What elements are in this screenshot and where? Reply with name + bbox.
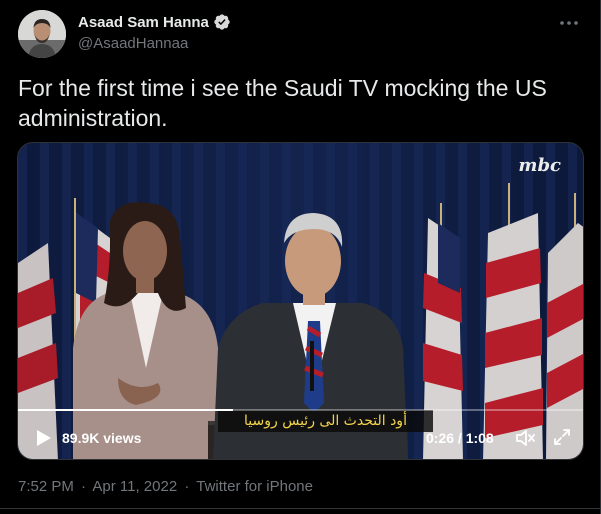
play-icon [37, 430, 51, 446]
divider [0, 508, 601, 509]
video-controls: 89.9K views 0:26 / 1:08 [18, 425, 583, 455]
fullscreen-button[interactable] [552, 427, 572, 447]
video-time: 0:26 / 1:08 [426, 430, 494, 446]
video-player[interactable]: mbc أود التحدث الى رئيس روسيا 89.9K view… [17, 142, 584, 460]
volume-button[interactable] [514, 427, 536, 449]
tweet-source-link[interactable]: Twitter for iPhone [196, 478, 313, 495]
channel-watermark: mbc [518, 155, 561, 176]
author-name-text: Asaad Sam Hanna [78, 13, 209, 31]
verified-badge-icon [214, 14, 230, 30]
avatar-photo [18, 10, 66, 58]
view-count: 89.9K views [62, 430, 142, 446]
meta-separator: · [81, 478, 87, 495]
author-avatar[interactable] [18, 10, 66, 58]
author-handle[interactable]: @AsaadHannaa [78, 35, 188, 52]
meta-separator: · [184, 478, 190, 495]
more-options-button[interactable] [552, 12, 586, 34]
more-horizontal-icon [560, 21, 578, 25]
play-button[interactable] [32, 427, 54, 449]
tweet-meta: 7:52 PM · Apr 11, 2022 · Twitter for iPh… [18, 478, 313, 495]
tweet: Asaad Sam Hanna @AsaadHannaa For the fir… [0, 0, 601, 514]
tweet-timestamp[interactable]: 7:52 PM · Apr 11, 2022 [18, 478, 181, 495]
volume-muted-icon [516, 430, 535, 446]
tweet-text: For the first time i see the Saudi TV mo… [18, 75, 547, 131]
tweet-date: Apr 11, 2022 [92, 478, 178, 495]
curtain-fold [62, 143, 71, 459]
author-name[interactable]: Asaad Sam Hanna [78, 13, 231, 31]
tweet-time: 7:52 PM [18, 478, 74, 495]
fullscreen-icon [554, 429, 570, 445]
video-progress-fill [18, 409, 234, 411]
